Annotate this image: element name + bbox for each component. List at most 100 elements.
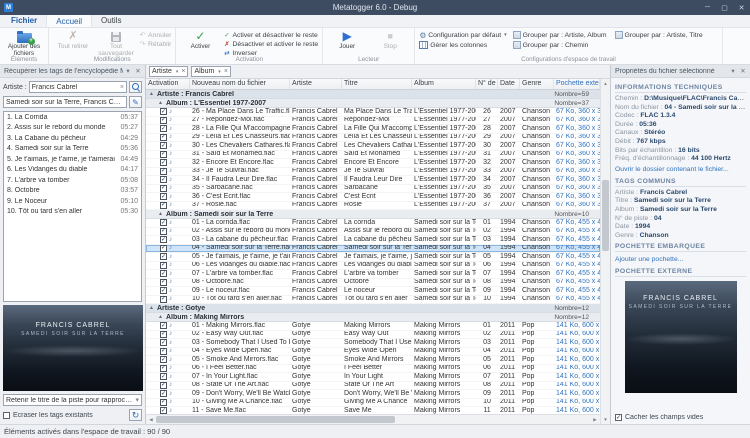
filter-chip-album[interactable]: Album▾× (191, 66, 230, 77)
horizontal-scrollbar[interactable]: ◀ ▶ (146, 414, 600, 424)
collapse-arrow-icon[interactable]: ▲ (149, 305, 154, 311)
row-checkbox[interactable]: ✓ (160, 236, 167, 243)
column-header[interactable]: Genre (520, 79, 554, 89)
row-checkbox[interactable]: ✓ (160, 399, 167, 406)
table-row[interactable]: ✓♪08 - State Of The Art.flacGotyeState O… (146, 382, 600, 391)
collapse-arrow-icon[interactable]: ▲ (158, 314, 163, 320)
remove-filter-icon[interactable]: × (181, 68, 185, 75)
group-by-path-button[interactable]: Grouper par : Chemin (513, 41, 589, 49)
row-checkbox[interactable]: ✓ (160, 339, 167, 346)
group-by-artist-album-button[interactable]: Grouper par : Artiste, Album (513, 31, 607, 39)
row-checkbox[interactable]: ✓ (160, 245, 167, 252)
track-list-item[interactable]: 7. L'arbre va tomber05:08 (4, 175, 141, 186)
table-row[interactable]: ✓♪06 - Les vidanges du diable.flacFranci… (146, 262, 600, 271)
vscroll-thumb[interactable] (602, 180, 609, 252)
stop-button[interactable]: ■ Stop (370, 29, 410, 55)
table-row[interactable]: ✓♪36 - C'est Écrit.flacFrancis CabrelC'e… (146, 193, 600, 202)
table-row[interactable]: ✓♪29 - Leïla Et Les Chasseurs.flacFranci… (146, 134, 600, 143)
row-checkbox[interactable]: ✓ (160, 176, 167, 183)
panel-close-icon[interactable]: ✕ (133, 67, 143, 75)
vertical-scrollbar[interactable]: ▲ ▼ (600, 79, 610, 424)
table-row[interactable]: ✓♪05 - Smoke And Mirrors.flacGotyeSmoke … (146, 356, 600, 365)
table-row[interactable]: ✓♪04 - Eyes Wide Open.flacGotyeEyes Wide… (146, 348, 600, 357)
panel-menu-icon[interactable]: ▾ (728, 67, 738, 75)
row-checkbox[interactable]: ✓ (160, 296, 167, 303)
hide-empty-fields-checkbox[interactable] (615, 414, 622, 421)
activation-item[interactable]: ✓Activer et désactiver le reste (223, 31, 318, 39)
activation-item[interactable]: ✗Désactiver et activer le reste (223, 40, 318, 48)
table-row[interactable]: ✓♪28 - La Fille Qui M'accompagne.flacFra… (146, 125, 600, 134)
table-row[interactable]: ✓♪02 - Easy Way Out.flacGotyeEasy Way Ou… (146, 331, 600, 340)
tab-fichier[interactable]: Fichier (2, 14, 46, 27)
row-checkbox[interactable]: ✓ (160, 117, 167, 124)
track-list-item[interactable]: 8. Octobre03:57 (4, 186, 141, 197)
table-row[interactable]: ✓♪09 - Le noceur.flacFrancis CabrelLe no… (146, 287, 600, 296)
row-checkbox[interactable]: ✓ (160, 382, 167, 389)
table-row[interactable]: ✓♪34 - Il Faudra Leur Dire.flacFrancis C… (146, 176, 600, 185)
row-checkbox[interactable]: ✓ (160, 407, 167, 414)
add-files-button[interactable]: Ajouter des fichiers (4, 29, 44, 57)
group-row[interactable]: ▲Album : Samedi soir sur la TerreNombre=… (146, 210, 600, 219)
collapse-arrow-icon[interactable]: ▲ (158, 211, 163, 217)
close-icon[interactable]: ✕ (733, 0, 750, 15)
group-row[interactable]: ▲Artiste : Francis CabrelNombre=59 (146, 90, 600, 99)
group-row[interactable]: ▲Album : L'Essentiel 1977-2007Nombre=37 (146, 99, 600, 108)
column-header[interactable]: N° de piste (476, 79, 498, 89)
row-checkbox[interactable]: ✓ (160, 279, 167, 286)
row-checkbox[interactable]: ✓ (160, 219, 167, 226)
track-list-item[interactable]: 3. La Cabane du pêcheur04:29 (4, 133, 141, 144)
group-by-artist-title-button[interactable]: Grouper par : Artiste, Titre (615, 31, 703, 39)
row-checkbox[interactable]: ✓ (160, 185, 167, 192)
group-row[interactable]: ▲Artiste : GotyeNombre=12 (146, 304, 600, 313)
column-header[interactable]: Pochette externe (554, 79, 600, 89)
row-checkbox[interactable]: ✓ (160, 228, 167, 235)
track-list-item[interactable]: 10. Tôt ou tard s'en aller05:30 (4, 207, 141, 218)
table-row[interactable]: ✓♪07 - L'arbre va tomber.flacFrancis Cab… (146, 270, 600, 279)
table-row[interactable]: ✓♪01 - Making Mirrors.flacGotyeMaking Mi… (146, 322, 600, 331)
row-checkbox[interactable]: ✓ (160, 348, 167, 355)
save-all-button[interactable]: Tout sauvegarder (96, 29, 136, 57)
table-row[interactable]: ✓♪10 - Tôt ou tard s'en aller.flacFranci… (146, 296, 600, 305)
row-checkbox[interactable]: ✓ (160, 287, 167, 294)
hscroll-thumb[interactable] (156, 416, 395, 423)
track-list-item[interactable]: 2. Assis sur le rebord du monde05:27 (4, 123, 141, 134)
table-row[interactable]: ✓♪26 - Ma Place Dans Le Traffic.flacFran… (146, 108, 600, 117)
edit-release-button[interactable]: ✎ (129, 96, 142, 108)
table-row[interactable]: ✓♪05 - Je t'aimais, je t'aime, je t'aime… (146, 253, 600, 262)
table-row[interactable]: ✓♪03 - La cabane du pêcheur.flacFrancis … (146, 236, 600, 245)
row-checkbox[interactable]: ✓ (160, 151, 167, 158)
match-option-dropdown[interactable]: Retenir le titre de la piste pour rappro… (3, 394, 142, 406)
maximize-icon[interactable]: ▢ (716, 0, 733, 15)
row-checkbox[interactable]: ✓ (160, 262, 167, 269)
manage-columns-button[interactable]: Gérer les colonnes (419, 41, 506, 49)
track-list-item[interactable]: 9. Le Noceur05:10 (4, 196, 141, 207)
column-header[interactable]: Artiste (290, 79, 342, 89)
panel-menu-icon[interactable]: ▾ (123, 67, 133, 75)
redo-button[interactable]: ↷ Rétablir (139, 40, 171, 48)
filter-chip-artiste[interactable]: Artiste▾× (149, 66, 188, 77)
table-row[interactable]: ✓♪32 - Encore Et Encore.flacFrancis Cabr… (146, 159, 600, 168)
row-checkbox[interactable]: ✓ (160, 356, 167, 363)
column-header[interactable]: Nouveau nom du fichier (190, 79, 290, 89)
artist-input[interactable]: Francis Cabrel × (29, 81, 127, 93)
row-checkbox[interactable]: ✓ (160, 108, 167, 115)
row-checkbox[interactable]: ✓ (160, 159, 167, 166)
table-row[interactable]: ✓♪35 - Sarbacane.flacFrancis CabrelSarba… (146, 185, 600, 194)
release-select[interactable]: Samedi soir sur la Terre, Francis Cabrel (3, 96, 127, 108)
tab-accueil[interactable]: Accueil (46, 14, 92, 27)
track-list-item[interactable]: 4. Samedi soir sur la Terre05:36 (4, 144, 141, 155)
table-row[interactable]: ✓♪04 - Samedi soir sur la Terre.flacFran… (146, 245, 600, 254)
row-checkbox[interactable]: ✓ (160, 193, 167, 200)
row-checkbox[interactable]: ✓ (160, 202, 167, 209)
table-row[interactable]: ✓♪09 - Don't Worry, We'll Be Watching Yo… (146, 390, 600, 399)
row-checkbox[interactable]: ✓ (160, 322, 167, 329)
tab-outils[interactable]: Outils (92, 14, 130, 27)
row-checkbox[interactable]: ✓ (160, 134, 167, 141)
default-config-button[interactable]: ⚙ Configuration par défaut ▾ (419, 31, 506, 39)
minimize-icon[interactable]: ─ (699, 0, 716, 15)
column-header[interactable]: Date (498, 79, 520, 89)
scroll-up-icon[interactable]: ▲ (601, 79, 610, 88)
table-row[interactable]: ✓♪07 - In Your Light.flacGotyeIn Your Li… (146, 373, 600, 382)
row-checkbox[interactable]: ✓ (160, 331, 167, 338)
table-row[interactable]: ✓♪37 - Rosie.flacFrancis CabrelRosieL'Es… (146, 202, 600, 211)
